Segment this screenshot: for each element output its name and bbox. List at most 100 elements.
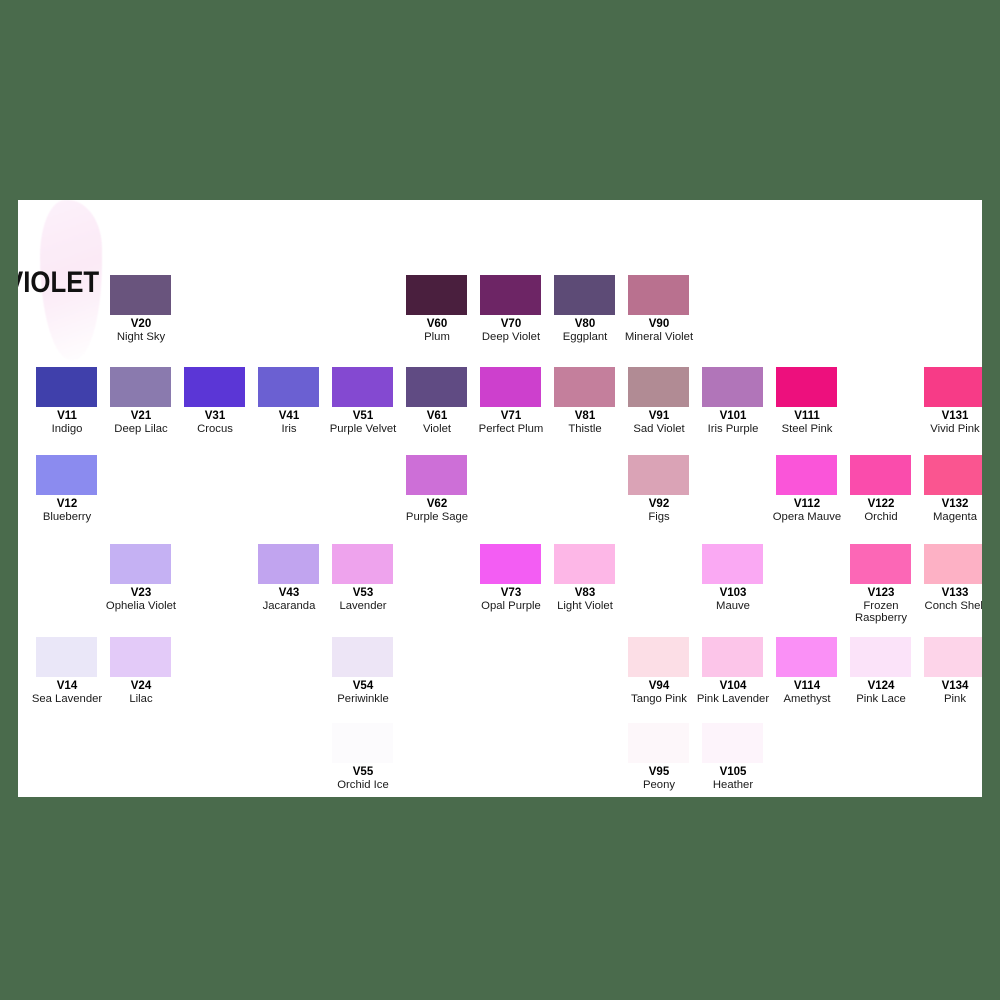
swatch-cell-v20[interactable]: V20 Night Sky	[110, 275, 184, 343]
color-swatch-v71[interactable]	[480, 367, 541, 407]
swatch-cell-v60[interactable]: V60 Plum	[406, 275, 480, 343]
color-swatch-v83[interactable]	[554, 544, 615, 584]
swatch-name: Purple Sage	[405, 510, 469, 523]
swatch-cell-v114[interactable]: V114 Amethyst	[776, 637, 850, 705]
swatch-cell-v83[interactable]: V83 Light Violet	[554, 544, 628, 612]
swatch-cell-v55[interactable]: V55 Orchid Ice	[332, 723, 406, 791]
swatch-name: Violet	[422, 422, 452, 435]
swatch-caption: V132 Magenta	[918, 498, 982, 523]
color-swatch-v132[interactable]	[924, 455, 982, 495]
color-swatch-v134[interactable]	[924, 637, 982, 677]
swatch-cell-v70[interactable]: V70 Deep Violet	[480, 275, 554, 343]
color-swatch-v60[interactable]	[406, 275, 467, 315]
swatch-cell-v134[interactable]: V134 Pink	[924, 637, 982, 705]
swatch-cell-v95[interactable]: V95 Peony	[628, 723, 702, 791]
color-swatch-v11[interactable]	[36, 367, 97, 407]
swatch-cell-v23[interactable]: V23 Ophelia Violet	[106, 544, 184, 612]
color-swatch-v81[interactable]	[554, 367, 615, 407]
swatch-name: Crocus	[197, 422, 233, 435]
swatch-caption: V101 Iris Purple	[696, 410, 770, 435]
color-swatch-v24[interactable]	[110, 637, 171, 677]
swatch-cell-v133[interactable]: V133 Conch Shell	[924, 544, 982, 612]
swatch-cell-v53[interactable]: V53 Lavender	[332, 544, 406, 612]
swatch-cell-v104[interactable]: V104 Pink Lavender	[697, 637, 776, 705]
color-swatch-v23[interactable]	[110, 544, 171, 584]
swatch-code: V11	[57, 410, 77, 422]
color-swatch-v101[interactable]	[702, 367, 763, 407]
swatch-cell-v73[interactable]: V73 Opal Purple	[480, 544, 554, 612]
color-swatch-v21[interactable]	[110, 367, 171, 407]
color-swatch-v70[interactable]	[480, 275, 541, 315]
swatch-name: Sea Lavender	[31, 692, 103, 705]
swatch-cell-v43[interactable]: V43 Jacaranda	[258, 544, 332, 612]
swatch-cell-v12[interactable]: V12 Blueberry	[36, 455, 110, 523]
color-swatch-v73[interactable]	[480, 544, 541, 584]
swatch-cell-v131[interactable]: V131 Vivid Pink	[924, 367, 982, 435]
color-swatch-v94[interactable]	[628, 637, 689, 677]
color-swatch-v105[interactable]	[702, 723, 763, 763]
swatch-cell-v94[interactable]: V94 Tango Pink	[628, 637, 702, 705]
swatch-code: V81	[574, 410, 596, 422]
color-swatch-v80[interactable]	[554, 275, 615, 315]
swatch-cell-v21[interactable]: V21 Deep Lilac	[110, 367, 184, 435]
color-swatch-v54[interactable]	[332, 637, 393, 677]
swatch-name: Vivid Pink	[930, 422, 980, 435]
color-swatch-v31[interactable]	[184, 367, 245, 407]
color-swatch-v123[interactable]	[850, 544, 911, 584]
color-swatch-v12[interactable]	[36, 455, 97, 495]
swatch-cell-v11[interactable]: V11 Indigo	[36, 367, 110, 435]
swatch-cell-v91[interactable]: V91 Sad Violet	[628, 367, 702, 435]
color-swatch-v92[interactable]	[628, 455, 689, 495]
swatch-cell-v61[interactable]: V61 Violet	[406, 367, 480, 435]
color-swatch-v114[interactable]	[776, 637, 837, 677]
swatch-caption: V62 Purple Sage	[400, 498, 474, 523]
swatch-cell-v103[interactable]: V103 Mauve	[702, 544, 776, 612]
swatch-cell-v124[interactable]: V124 Pink Lace	[850, 637, 924, 705]
swatch-cell-v122[interactable]: V122 Orchid	[850, 455, 924, 523]
swatch-cell-v14[interactable]: V14 Sea Lavender	[32, 637, 110, 705]
swatch-caption: V23 Ophelia Violet	[104, 587, 178, 612]
color-swatch-v20[interactable]	[110, 275, 171, 315]
color-swatch-v103[interactable]	[702, 544, 763, 584]
swatch-code: V95	[648, 766, 670, 778]
color-swatch-v95[interactable]	[628, 723, 689, 763]
swatch-cell-v71[interactable]: V71 Perfect Plum	[479, 367, 554, 435]
swatch-cell-v24[interactable]: V24 Lilac	[110, 637, 184, 705]
swatch-cell-v54[interactable]: V54 Periwinkle	[332, 637, 406, 705]
color-swatch-v131[interactable]	[924, 367, 982, 407]
color-swatch-v61[interactable]	[406, 367, 467, 407]
color-swatch-v122[interactable]	[850, 455, 911, 495]
swatch-cell-v31[interactable]: V31 Crocus	[184, 367, 258, 435]
color-swatch-v43[interactable]	[258, 544, 319, 584]
color-swatch-v90[interactable]	[628, 275, 689, 315]
color-swatch-v51[interactable]	[332, 367, 393, 407]
swatch-cell-v80[interactable]: V80 Eggplant	[554, 275, 628, 343]
color-swatch-v91[interactable]	[628, 367, 689, 407]
swatch-cell-v111[interactable]: V111 Steel Pink	[776, 367, 850, 435]
color-swatch-v111[interactable]	[776, 367, 837, 407]
page-title: VIOLET	[18, 266, 100, 299]
swatch-cell-v90[interactable]: V90 Mineral Violet	[625, 275, 702, 343]
swatch-caption: V70 Deep Violet	[474, 318, 548, 343]
swatch-name: Pink Lavender	[696, 692, 770, 705]
color-swatch-v62[interactable]	[406, 455, 467, 495]
color-swatch-v112[interactable]	[776, 455, 837, 495]
swatch-cell-v62[interactable]: V62 Purple Sage	[406, 455, 480, 523]
swatch-cell-v112[interactable]: V112 Opera Mauve	[773, 455, 850, 523]
swatch-cell-v92[interactable]: V92 Figs	[628, 455, 702, 523]
color-swatch-v104[interactable]	[702, 637, 763, 677]
swatch-cell-v81[interactable]: V81 Thistle	[554, 367, 628, 435]
swatch-cell-v123[interactable]: V123 Frozen Raspberry	[850, 544, 924, 625]
color-swatch-v55[interactable]	[332, 723, 393, 763]
swatch-caption: V114 Amethyst	[770, 680, 844, 705]
swatch-cell-v101[interactable]: V101 Iris Purple	[702, 367, 776, 435]
swatch-cell-v132[interactable]: V132 Magenta	[924, 455, 982, 523]
color-swatch-v14[interactable]	[36, 637, 97, 677]
color-swatch-v124[interactable]	[850, 637, 911, 677]
swatch-cell-v51[interactable]: V51 Purple Velvet	[330, 367, 406, 435]
color-swatch-v133[interactable]	[924, 544, 982, 584]
color-swatch-v41[interactable]	[258, 367, 319, 407]
color-swatch-v53[interactable]	[332, 544, 393, 584]
swatch-cell-v105[interactable]: V105 Heather	[702, 723, 776, 791]
swatch-cell-v41[interactable]: V41 Iris	[258, 367, 332, 435]
